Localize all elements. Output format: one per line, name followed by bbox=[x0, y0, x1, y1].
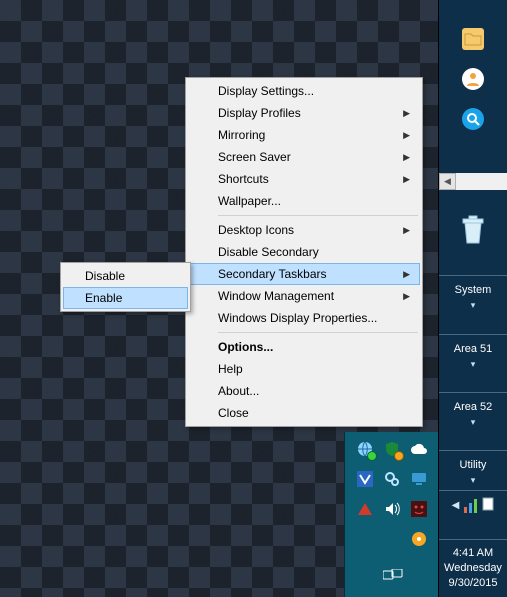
menu-item-label: Enable bbox=[85, 291, 122, 305]
submenu-item-disable[interactable]: Disable bbox=[63, 265, 188, 287]
chevron-down-icon: ▾ bbox=[439, 417, 507, 428]
menu-item-desktop-icons[interactable]: Desktop Icons ▶ bbox=[188, 219, 420, 241]
menu-item-wallpaper[interactable]: Wallpaper... bbox=[188, 190, 420, 212]
menu-item-label: About... bbox=[218, 384, 259, 398]
monitors-icon[interactable] bbox=[383, 569, 401, 587]
submenu-secondary-taskbars: Disable Enable bbox=[60, 262, 191, 312]
menu-item-display-profiles[interactable]: Display Profiles ▶ bbox=[188, 102, 420, 124]
menu-item-label: Desktop Icons bbox=[218, 223, 294, 237]
menu-item-label: Wallpaper... bbox=[218, 194, 281, 208]
menu-item-label: Help bbox=[218, 362, 243, 376]
status-badge-icon bbox=[367, 451, 377, 461]
users-icon[interactable] bbox=[462, 68, 484, 90]
gears-icon[interactable] bbox=[383, 470, 401, 488]
taskbar-clock[interactable]: 4:41 AM Wednesday 9/30/2015 bbox=[439, 539, 507, 597]
bars-icon[interactable] bbox=[464, 499, 477, 513]
menu-item-label: Display Settings... bbox=[218, 84, 314, 98]
sidebar-section-system[interactable]: System ▾ bbox=[439, 275, 507, 311]
clock-date: 9/30/2015 bbox=[439, 576, 507, 591]
sidebar-section-area-52[interactable]: Area 52 ▾ bbox=[439, 392, 507, 428]
section-label: Area 52 bbox=[454, 401, 493, 413]
app-icon[interactable] bbox=[410, 500, 428, 518]
menu-item-label: Disable Secondary bbox=[218, 245, 319, 259]
menu-item-label: Shortcuts bbox=[218, 172, 269, 186]
clock-day: Wednesday bbox=[439, 561, 507, 576]
menu-item-mirroring[interactable]: Mirroring ▶ bbox=[188, 124, 420, 146]
menu-item-label: Disable bbox=[85, 269, 125, 283]
recycle-bin-icon[interactable] bbox=[460, 215, 486, 245]
shield-icon[interactable] bbox=[383, 440, 401, 458]
menu-item-label: Window Management bbox=[218, 289, 334, 303]
menu-item-window-management[interactable]: Window Management ▶ bbox=[188, 285, 420, 307]
chevron-left-icon[interactable]: ◀ bbox=[452, 500, 460, 511]
menu-item-secondary-taskbars[interactable]: Secondary Taskbars ▶ bbox=[188, 263, 420, 285]
section-label: System bbox=[455, 284, 492, 296]
chevron-down-icon: ▾ bbox=[439, 359, 507, 370]
section-label: Utility bbox=[460, 459, 487, 471]
v-icon[interactable] bbox=[356, 470, 374, 488]
search-icon[interactable] bbox=[462, 108, 484, 130]
sidebar-scrollbar[interactable]: ◀ bbox=[439, 173, 507, 190]
menu-item-label: Screen Saver bbox=[218, 150, 291, 164]
sidebar-tools-row: ◀ bbox=[439, 490, 507, 514]
chevron-right-icon: ▶ bbox=[403, 146, 410, 168]
chevron-right-icon: ▶ bbox=[403, 263, 410, 285]
menu-item-screen-saver[interactable]: Screen Saver ▶ bbox=[188, 146, 420, 168]
menu-item-shortcuts[interactable]: Shortcuts ▶ bbox=[188, 168, 420, 190]
menu-separator bbox=[218, 215, 418, 216]
sidebar-section-utility[interactable]: Utility ▾ bbox=[439, 450, 507, 486]
menu-item-disable-secondary[interactable]: Disable Secondary bbox=[188, 241, 420, 263]
triangle-icon[interactable] bbox=[356, 500, 374, 518]
monitor-icon[interactable] bbox=[410, 470, 428, 488]
chevron-down-icon: ▾ bbox=[439, 475, 507, 486]
sidebar-section-area-51[interactable]: Area 51 ▾ bbox=[439, 334, 507, 370]
sidebar: ◀ System ▾ Area 51 ▾ Area 52 ▾ Utility ▾… bbox=[438, 0, 507, 597]
menu-separator bbox=[218, 332, 418, 333]
page-icon[interactable] bbox=[482, 497, 494, 514]
context-menu: Display Settings... Display Profiles ▶ M… bbox=[185, 77, 423, 427]
menu-item-label: Windows Display Properties... bbox=[218, 311, 377, 325]
section-label: Area 51 bbox=[454, 343, 493, 355]
submenu-item-enable[interactable]: Enable bbox=[63, 287, 188, 309]
menu-item-about[interactable]: About... bbox=[188, 380, 420, 402]
menu-item-display-settings[interactable]: Display Settings... bbox=[188, 80, 420, 102]
menu-item-help[interactable]: Help bbox=[188, 358, 420, 380]
menu-item-label: Display Profiles bbox=[218, 106, 301, 120]
menu-item-label: Mirroring bbox=[218, 128, 265, 142]
scroll-track[interactable] bbox=[456, 173, 507, 190]
chevron-down-icon: ▾ bbox=[439, 300, 507, 311]
disc-icon[interactable] bbox=[410, 530, 428, 548]
cloud-icon[interactable] bbox=[410, 440, 428, 458]
status-badge-icon bbox=[394, 451, 404, 461]
tray-panel bbox=[344, 432, 439, 597]
folder-icon[interactable] bbox=[462, 28, 484, 50]
globe-icon[interactable] bbox=[356, 440, 374, 458]
speaker-icon[interactable] bbox=[383, 500, 401, 518]
menu-item-label: Options... bbox=[218, 340, 273, 354]
menu-item-label: Secondary Taskbars bbox=[218, 267, 327, 281]
chevron-right-icon: ▶ bbox=[403, 168, 410, 190]
chevron-right-icon: ▶ bbox=[403, 102, 410, 124]
menu-item-windows-display-properties[interactable]: Windows Display Properties... bbox=[188, 307, 420, 329]
chevron-right-icon: ▶ bbox=[403, 219, 410, 241]
menu-item-options[interactable]: Options... bbox=[188, 336, 420, 358]
menu-item-close[interactable]: Close bbox=[188, 402, 420, 424]
scroll-left-button[interactable]: ◀ bbox=[439, 173, 456, 190]
chevron-right-icon: ▶ bbox=[403, 285, 410, 307]
clock-time: 4:41 AM bbox=[439, 546, 507, 561]
chevron-right-icon: ▶ bbox=[403, 124, 410, 146]
menu-item-label: Close bbox=[218, 406, 249, 420]
